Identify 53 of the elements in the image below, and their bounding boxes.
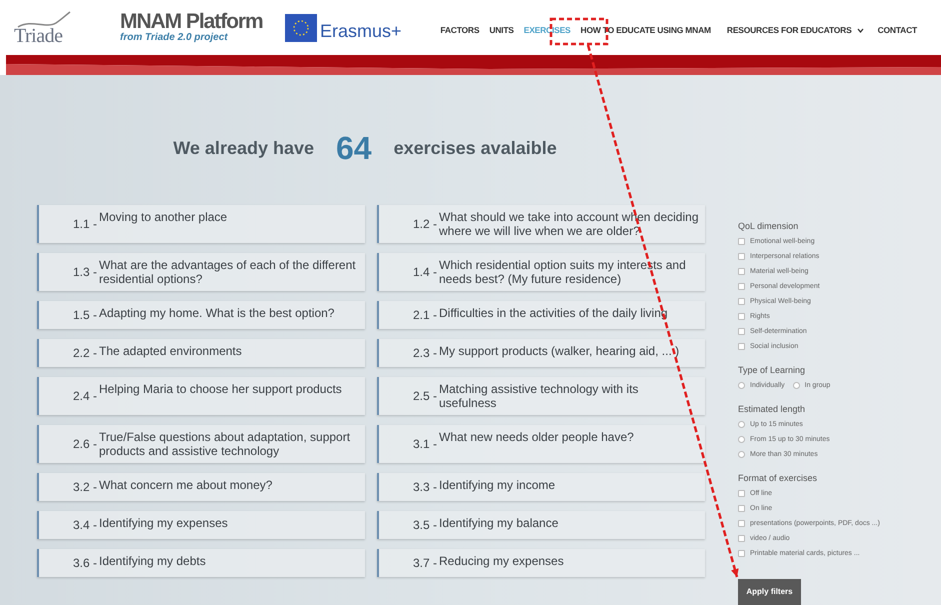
radio-button[interactable] [792, 382, 800, 389]
exercise-card[interactable]: 2.4 - Helping Maria to choose her support products [37, 377, 365, 415]
exercise-card[interactable]: 1.2 - What should we take into account when deciding where we will live when we are older? [377, 205, 705, 243]
checkbox[interactable] [738, 343, 745, 350]
checkbox[interactable] [738, 505, 745, 512]
checkbox[interactable] [738, 298, 745, 305]
checkbox[interactable] [738, 253, 745, 260]
site-title: MNAM Platform [120, 10, 264, 32]
exercise-card[interactable]: 3.2 - What concern me about money? [37, 473, 365, 501]
program-logo-text: Erasmus+ [320, 20, 402, 43]
exercise-card[interactable]: 2.6 - True/False questions about adaptation, support products and assistive technology [37, 425, 365, 463]
exercise-card[interactable]: 3.3 - Identifying my income [377, 473, 705, 501]
exercise-card[interactable]: 2.1 - Difficulties in the activities of the daily living [377, 301, 705, 329]
checkbox[interactable] [738, 328, 745, 335]
headline-text: exercises avalaible [394, 139, 557, 157]
filter-group-title: QoL dimension [738, 220, 800, 232]
exercise-card[interactable]: 3.6 - Identifying my debts [37, 549, 365, 577]
exercise-card[interactable]: 1.4 - Which residential option suits my interests and needs best? (My future residence) [377, 253, 705, 291]
radio-button[interactable] [738, 451, 745, 458]
checkbox[interactable] [738, 550, 745, 557]
nav-link[interactable]: RESOURCES FOR EDUCATORS [726, 24, 864, 37]
filter-group-title: Type of Learning [738, 364, 806, 376]
radio-button[interactable] [738, 421, 745, 428]
partner-logo-text: Triade [14, 26, 62, 46]
filter-group-title: Estimated length [738, 403, 806, 415]
checkbox[interactable] [738, 520, 745, 527]
exercise-card[interactable]: 2.3 - My support products (walker, hearing aid, ... ) [377, 339, 705, 367]
nav-link[interactable]: UNITS [489, 24, 514, 37]
flag-icon [285, 14, 317, 42]
exercise-card[interactable]: 3.7 - Reducing my expenses [377, 549, 705, 577]
exercise-card[interactable]: 3.4 - Identifying my expenses [37, 511, 365, 539]
exercise-card[interactable]: 1.3 - What are the advantages of each of the different residential options? [37, 253, 365, 291]
checkbox[interactable] [738, 313, 745, 320]
exercise-card[interactable]: 2.5 - Matching assistive technology with its usefulness [377, 377, 705, 415]
checkbox[interactable] [738, 238, 745, 245]
exercise-card[interactable]: 1.1 - Moving to another place [37, 205, 365, 243]
checkbox[interactable] [738, 268, 745, 275]
exercise-card[interactable]: 3.1 - What new needs older people have? [377, 425, 705, 463]
headline-text: We already have [173, 139, 314, 157]
exercise-card[interactable]: 3.5 - Identifying my balance [377, 511, 705, 539]
filter-group-title: Format of exercises [738, 472, 818, 484]
checkbox[interactable] [738, 490, 745, 497]
apply-filters-button[interactable]: Apply filters [738, 579, 801, 605]
site-subtitle: from Triade 2.0 project [120, 32, 229, 44]
checkbox[interactable] [738, 283, 745, 290]
exercise-count: 64 [336, 132, 372, 164]
exercise-card[interactable]: 1.5 - Adapting my home. What is the best option? [37, 301, 365, 329]
checkbox[interactable] [738, 535, 745, 542]
exercise-card[interactable]: 2.2 - The adapted environments [37, 339, 365, 367]
radio-button[interactable] [738, 436, 745, 443]
radio-button[interactable] [738, 382, 745, 389]
nav-link[interactable]: FACTORS [440, 24, 480, 37]
nav-link[interactable]: CONTACT [878, 24, 917, 37]
